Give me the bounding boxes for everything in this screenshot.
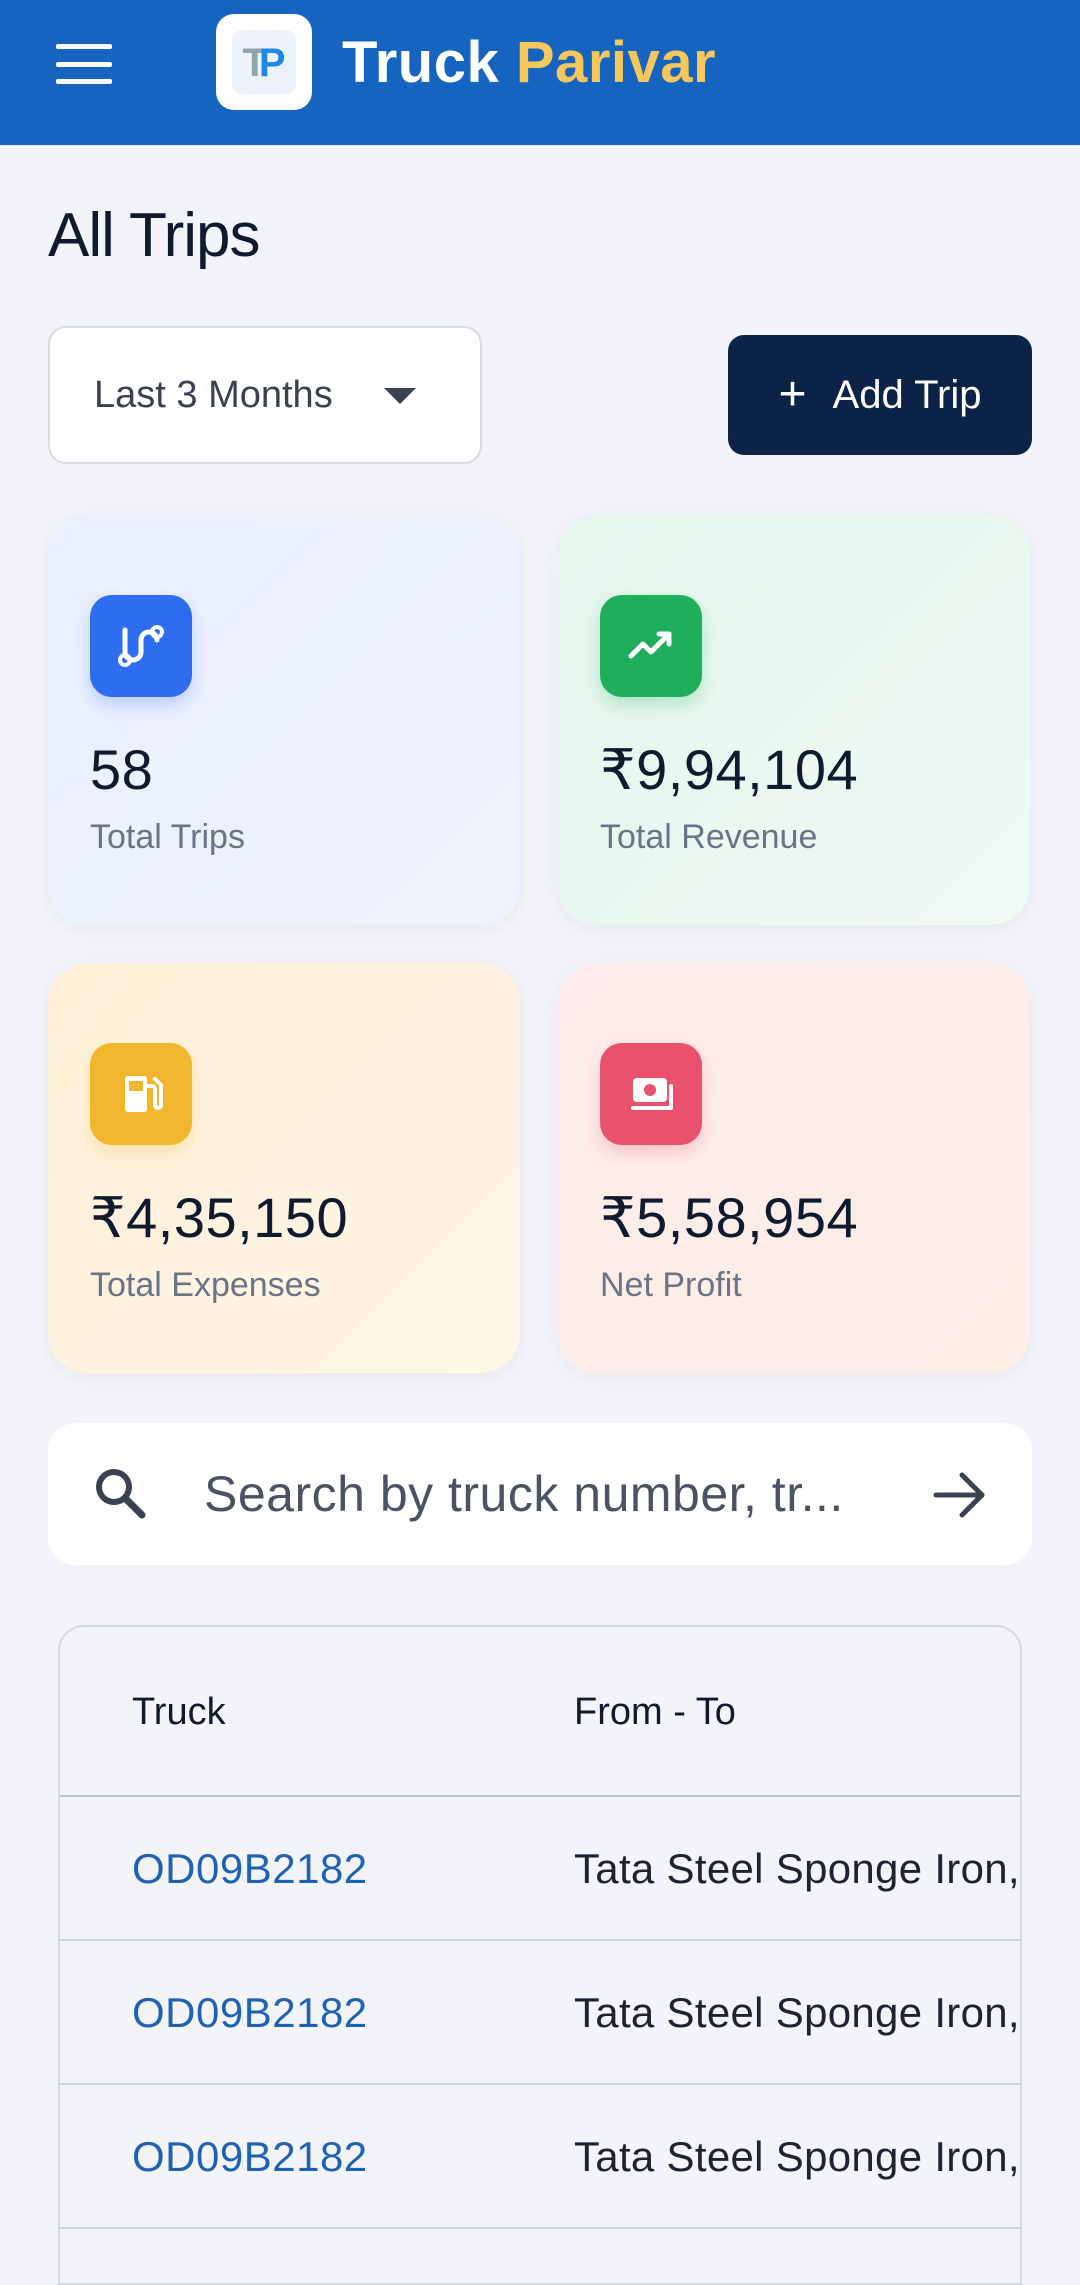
stat-value: ₹5,58,954: [600, 1186, 859, 1249]
table-row[interactable]: OD09B2182 Tata Steel Sponge Iron,: [60, 1941, 1020, 2085]
table-row[interactable]: OD09B2182 Tata Steel Sponge Iron,: [60, 1797, 1020, 1941]
cash-icon: [600, 1043, 702, 1145]
column-header-from-to: From - To: [574, 1691, 736, 1733]
date-range-selected: Last 3 Months: [94, 373, 333, 416]
route-text: Tata Steel Sponge Iron,: [574, 1845, 1020, 1892]
column-header-truck: Truck: [132, 1691, 226, 1733]
add-trip-button[interactable]: + Add Trip: [728, 335, 1032, 455]
svg-text:TP: TP: [242, 41, 285, 85]
stat-card-net-profit: ₹5,58,954 Net Profit: [558, 963, 1030, 1373]
menu-icon[interactable]: [56, 44, 112, 84]
stat-value: ₹9,94,104: [600, 738, 859, 801]
app-logo: TP: [216, 14, 312, 110]
trending-up-icon: [600, 595, 702, 697]
stat-label: Total Revenue: [600, 818, 818, 856]
app-brand: Truck Parivar: [342, 28, 716, 98]
fuel-icon: [90, 1043, 192, 1145]
table-header: Truck From - To: [60, 1627, 1020, 1797]
stat-card-total-expenses: ₹4,35,150 Total Expenses: [48, 963, 520, 1373]
stat-label: Total Expenses: [90, 1266, 321, 1304]
truck-number-link[interactable]: OD09B2182: [132, 1989, 368, 2037]
app-bar: TP Truck Parivar: [0, 0, 1080, 145]
add-trip-label: Add Trip: [832, 372, 982, 417]
truck-number-link[interactable]: OD09B2182: [132, 1845, 368, 1893]
search-icon: [96, 1469, 146, 1519]
brand-name-accent: Parivar: [515, 30, 717, 95]
stat-card-total-revenue: ₹9,94,104 Total Revenue: [558, 515, 1030, 925]
truck-number-link[interactable]: OD09B2182: [132, 2133, 368, 2181]
table-row[interactable]: OD09B2182 Tata Steel Sponge Iron,: [60, 2085, 1020, 2229]
route-text: Tata Steel Sponge Iron,: [574, 1989, 1020, 2036]
brand-name: Truck: [342, 30, 500, 95]
stat-value: ₹4,35,150: [90, 1186, 349, 1249]
route-icon: [90, 595, 192, 697]
plus-icon: +: [778, 368, 807, 421]
search-bar: [48, 1423, 1032, 1565]
stat-label: Net Profit: [600, 1266, 742, 1304]
logo-icon: TP: [232, 30, 296, 94]
stat-value: 58: [90, 738, 154, 801]
caret-down-icon: [384, 388, 416, 404]
page-title: All Trips: [48, 201, 260, 270]
trips-table: Truck From - To OD09B2182 Tata Steel Spo…: [58, 1625, 1022, 2285]
arrow-right-icon[interactable]: [932, 1467, 988, 1523]
stat-card-total-trips: 58 Total Trips: [48, 515, 520, 925]
search-input[interactable]: [204, 1453, 924, 1535]
route-text: Tata Steel Sponge Iron,: [574, 2133, 1020, 2180]
stat-label: Total Trips: [90, 818, 245, 856]
date-range-dropdown[interactable]: Last 3 Months: [48, 326, 482, 464]
